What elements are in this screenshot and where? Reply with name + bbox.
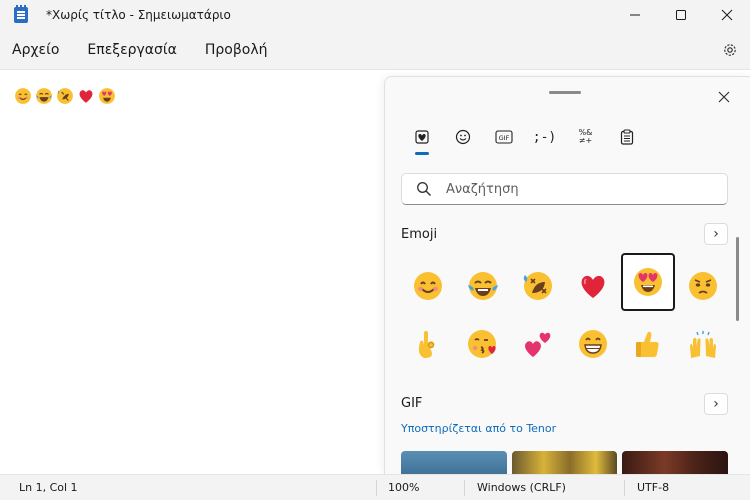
heart-eyes-icon [634, 268, 662, 296]
search-input[interactable] [446, 181, 686, 197]
gif-thumbnail[interactable] [512, 451, 617, 474]
tab-gif[interactable]: GIF [483, 121, 524, 153]
zoom-level: 100% [388, 481, 420, 494]
emoji-rolling-laughing[interactable] [512, 259, 564, 313]
encoding: UTF-8 [637, 481, 670, 494]
menu-view[interactable]: Προβολή [193, 30, 280, 70]
tab-symbols[interactable]: %&≠+ [565, 121, 606, 153]
close-icon [721, 9, 733, 21]
menu-edit[interactable]: Επεξεργασία [75, 30, 188, 70]
status-bar: Ln 1, Col 1 100% Windows (CRLF) UTF-8 [0, 474, 750, 500]
title-bar: *Χωρίς τίτλο - Σημειωματάριο [0, 0, 750, 30]
settings-button[interactable] [720, 40, 740, 60]
close-button[interactable] [704, 0, 750, 30]
tab-emoji[interactable] [442, 121, 483, 153]
status-divider [464, 480, 465, 496]
emoji-blowing-kiss[interactable] [457, 317, 509, 371]
gif-icon-label: GIF [498, 134, 509, 142]
emoji-ok-hand[interactable] [402, 317, 454, 371]
gif-icon: GIF [494, 130, 513, 144]
pleading-face-icon [689, 272, 717, 300]
emoji-red-heart[interactable] [567, 259, 619, 313]
red-heart-emoji [79, 89, 93, 103]
smiley-icon [455, 129, 470, 145]
close-icon [718, 91, 730, 103]
heart-card-icon [414, 130, 429, 144]
window-controls [612, 0, 750, 30]
emoji-thumbs-up[interactable] [621, 317, 673, 371]
maximize-button[interactable] [658, 0, 704, 30]
emoji-pleading-face[interactable] [677, 259, 729, 313]
cursor-position: Ln 1, Col 1 [19, 481, 78, 494]
gif-thumbnail[interactable] [622, 451, 728, 474]
panel-drag-handle[interactable] [549, 91, 581, 94]
panel-tabs: GIF ;-) %&≠+ [401, 121, 647, 155]
thumbs-up-icon [636, 331, 659, 357]
line-ending: Windows (CRLF) [477, 481, 566, 494]
tears-of-joy-emoji [36, 87, 52, 104]
tab-clipboard[interactable] [606, 121, 647, 153]
rolling-laughing-emoji [57, 87, 73, 104]
panel-close-button[interactable] [712, 85, 736, 109]
window-title: *Χωρίς τίτλο - Σημειωματάριο [46, 8, 231, 22]
minimize-button[interactable] [612, 0, 658, 30]
ok-hand-icon [418, 331, 435, 358]
emoji-more-button[interactable]: › [704, 223, 728, 245]
status-divider [624, 480, 625, 496]
menu-bar: Αρχείο Επεξεργασία Προβολή [0, 30, 750, 70]
minimize-icon [630, 14, 640, 16]
symbols-icon: %&≠+ [578, 128, 593, 145]
smiling-face-emoji [15, 87, 31, 104]
emoji-section-title: Emoji [401, 227, 438, 242]
gear-icon [724, 44, 736, 56]
gif-more-button[interactable]: › [704, 393, 728, 415]
tenor-attribution-link[interactable]: Υποστηρίζεται από το Tenor [401, 422, 556, 435]
smiling-face-icon [414, 272, 442, 300]
panel-scrollbar[interactable] [736, 237, 739, 321]
kaomoji-icon: ;-) [532, 129, 557, 145]
search-icon [417, 182, 431, 196]
maximize-icon [676, 10, 686, 20]
gif-thumbnail[interactable] [401, 451, 507, 474]
editor-content [14, 86, 119, 105]
emoji-tears-of-joy[interactable] [457, 259, 509, 313]
two-hearts-icon [525, 332, 551, 357]
raising-hands-icon [690, 331, 716, 358]
tears-of-joy-icon [468, 272, 498, 300]
rolling-laughing-icon [523, 272, 552, 300]
emoji-search-box[interactable] [401, 173, 728, 205]
tab-favorites[interactable] [401, 121, 442, 155]
emoji-raising-hands[interactable] [677, 317, 729, 371]
clipboard-icon [620, 129, 633, 145]
status-divider [376, 480, 377, 496]
emoji-beaming-face[interactable] [567, 317, 619, 371]
heart-eyes-emoji [99, 87, 115, 104]
notepad-app-icon [14, 5, 28, 23]
emoji-heart-eyes[interactable] [621, 253, 675, 311]
gif-section-title: GIF [401, 396, 423, 411]
menu-file[interactable]: Αρχείο [0, 30, 71, 70]
emoji-two-hearts[interactable] [512, 317, 564, 371]
emoji-smiling-face[interactable] [402, 259, 454, 313]
red-heart-icon [581, 275, 605, 298]
tab-kaomoji[interactable]: ;-) [524, 121, 565, 153]
emoji-panel: GIF ;-) %&≠+ Emoji › [384, 76, 750, 474]
blowing-kiss-icon [468, 330, 496, 358]
beaming-face-icon [579, 330, 607, 358]
